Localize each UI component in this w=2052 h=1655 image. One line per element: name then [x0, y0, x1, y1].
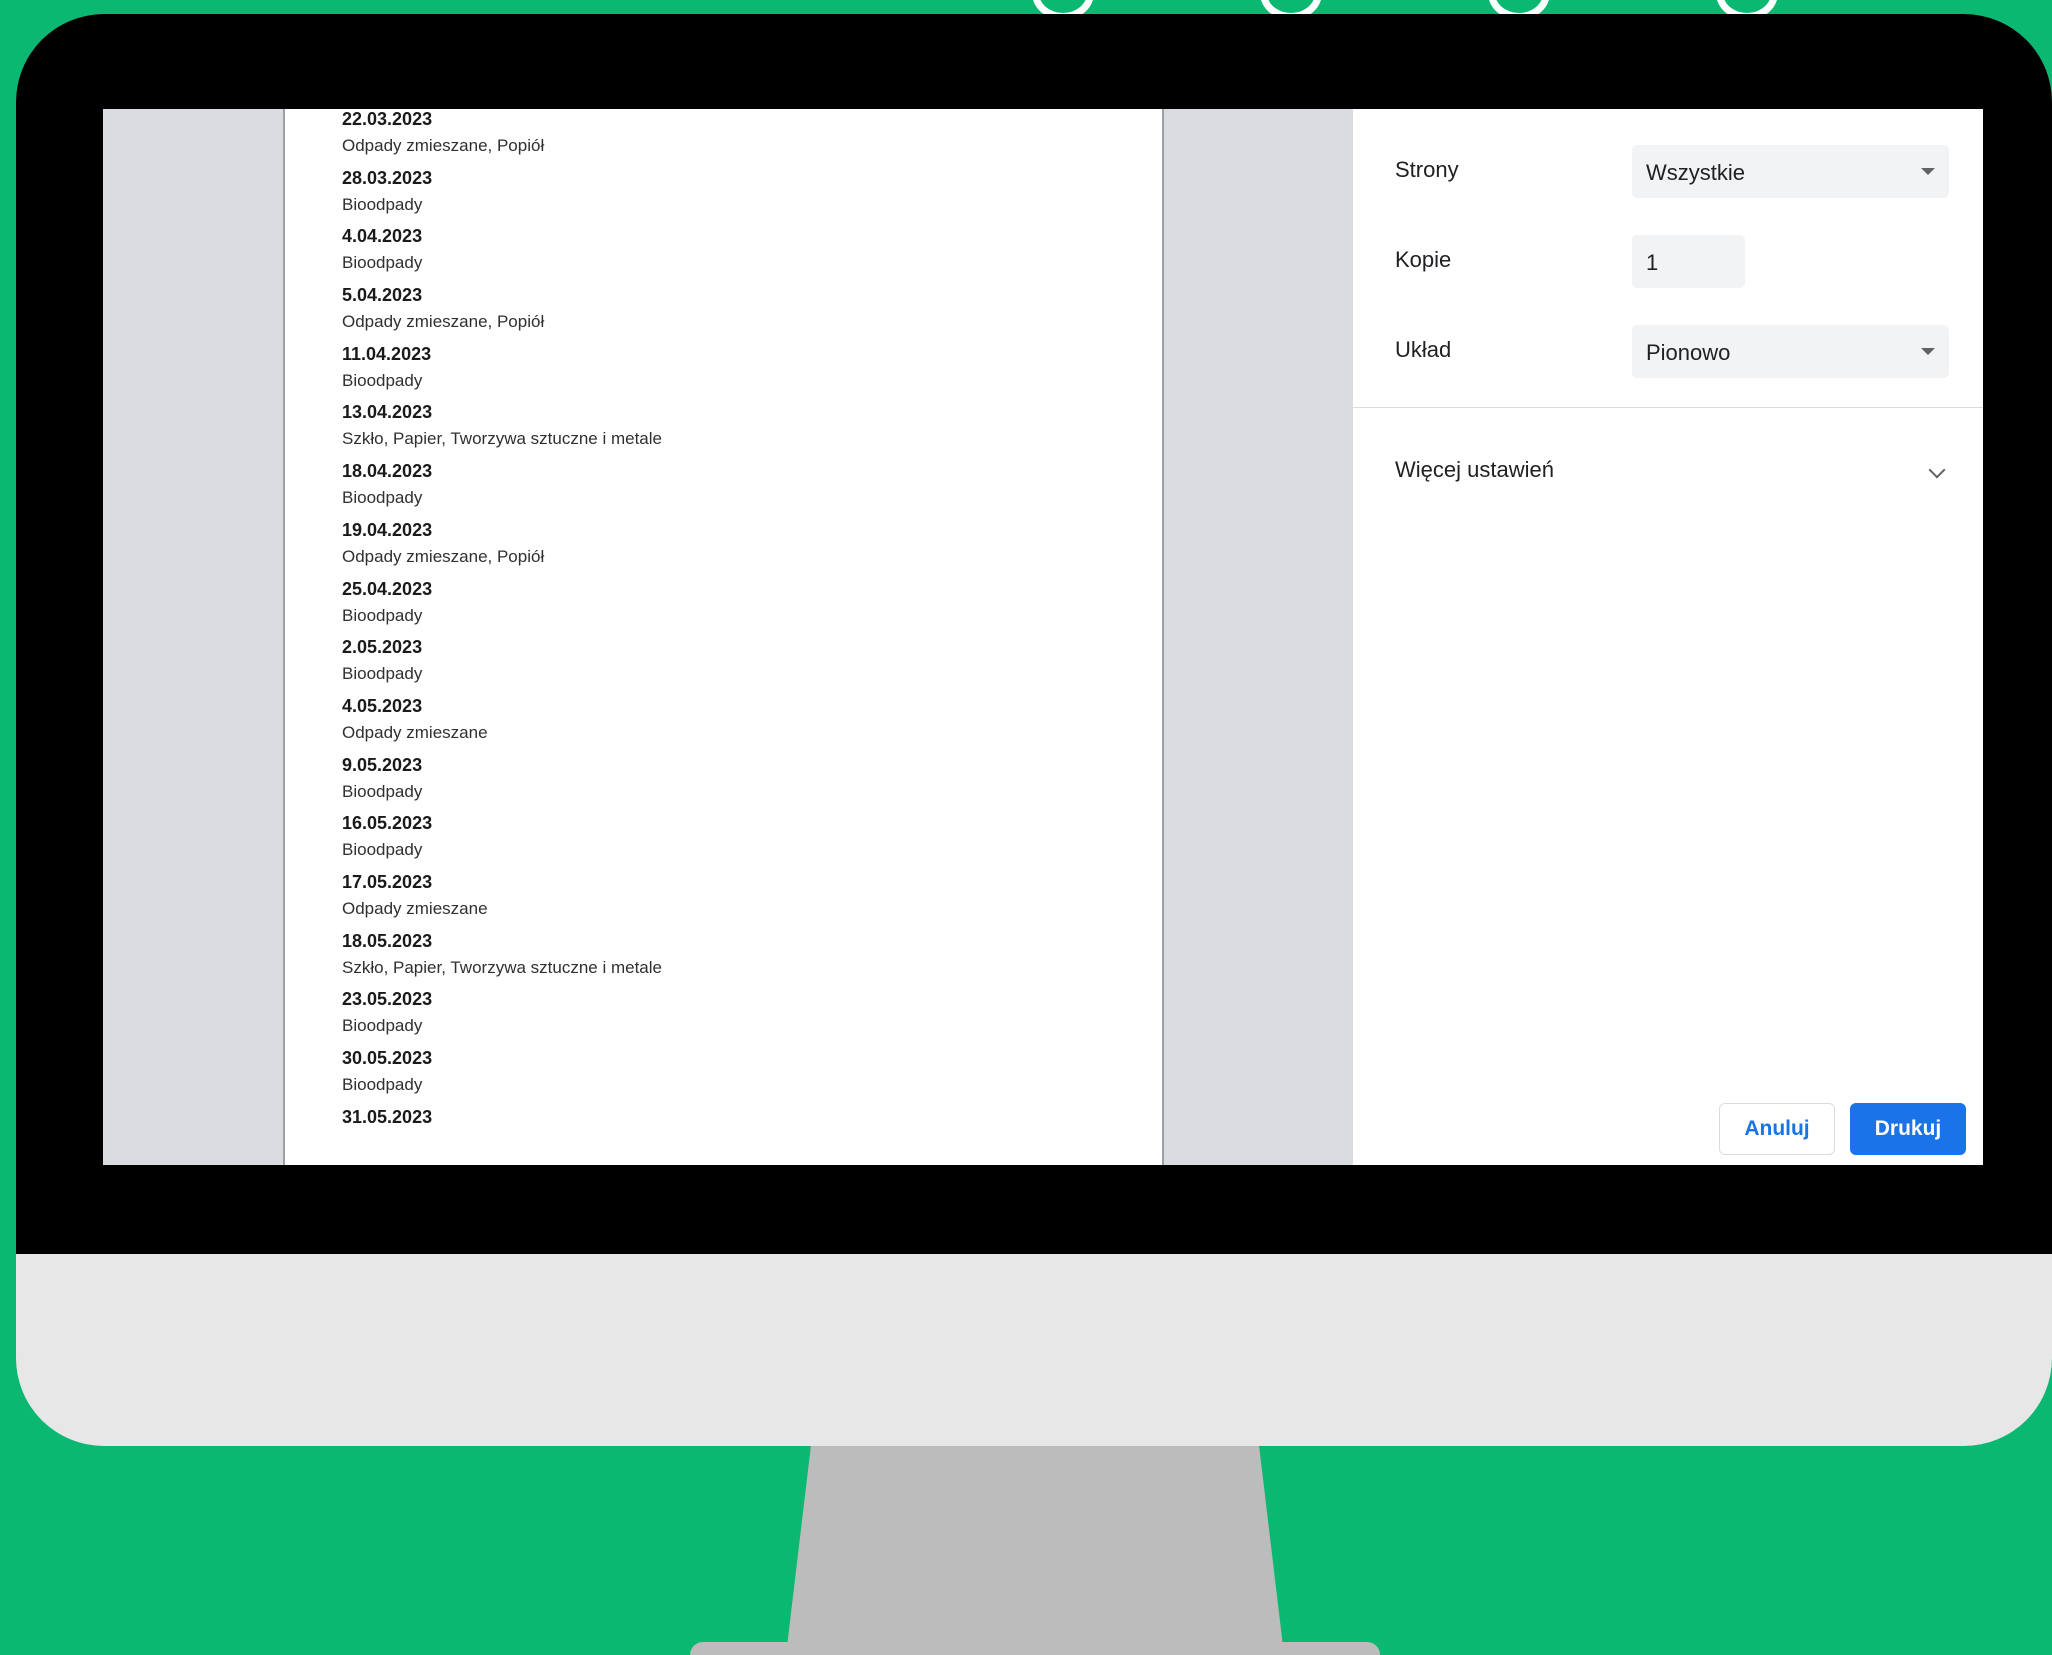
schedule-entry: 18.05.2023 Szkło, Papier, Tworzywa sztucz… [342, 931, 662, 990]
entry-date: 19.04.2023 [342, 519, 433, 540]
layout-select[interactable]: Pionowo [1632, 325, 1949, 378]
dropdown-caret-icon [1921, 168, 1935, 175]
entry-date: 5.04.2023 [342, 285, 423, 306]
monitor-stand [786, 1446, 1284, 1655]
print-dialog-screen: 22.03.2023 Odpady zmieszane, Popiół 28.03.… [103, 109, 1983, 1165]
print-button[interactable]: Drukuj [1850, 1103, 1966, 1155]
print-settings-panel: Strony Wszystkie Kopie 1 Układ Pionowo W… [1353, 109, 1983, 1165]
entry-date: 30.05.2023 [342, 1048, 433, 1068]
entry-date: 4.05.2023 [342, 695, 423, 716]
entry-waste-type: Odpady zmieszane [342, 722, 488, 742]
entry-date: 23.05.2023 [342, 989, 433, 1010]
schedule-entry: 25.04.2023 Bioodpady [342, 579, 662, 638]
copies-input[interactable]: 1 [1632, 235, 1745, 288]
pages-select[interactable]: Wszystkie [1632, 145, 1949, 198]
print-preview-page: 22.03.2023 Odpady zmieszane, Popiół 28.03.… [283, 109, 1164, 1165]
entry-waste-type: Bioodpady [342, 840, 423, 860]
schedule-entry: 28.03.2023 Bioodpady [342, 168, 662, 227]
settings-divider [1353, 407, 1983, 408]
schedule-list: 22.03.2023 Odpady zmieszane, Popiół 28.03.… [342, 109, 662, 1165]
entry-waste-type: Szkło, Papier, Tworzywa sztuczne i metal… [342, 429, 662, 449]
schedule-entry: 13.04.2023 Szkło, Papier, Tworzywa sztucz… [342, 402, 662, 461]
entry-date: 4.04.2023 [342, 226, 423, 247]
entry-waste-type: Bioodpady [342, 194, 423, 214]
more-settings-toggle[interactable]: Więcej ustawień [1395, 457, 1554, 483]
entry-waste-type: Odpady zmieszane, Popiół [342, 312, 545, 332]
entry-date: 31.05.2023 [342, 1106, 433, 1127]
pages-select-value: Wszystkie [1646, 160, 1745, 185]
entry-date: 18.04.2023 [342, 461, 433, 482]
schedule-entry: 31.05.2023 [342, 1107, 662, 1165]
entry-date: 17.05.2023 [342, 871, 433, 892]
entry-waste-type: Bioodpady [342, 1075, 423, 1094]
entry-waste-type: Odpady zmieszane, Popiół [342, 136, 545, 155]
entry-date: 16.05.2023 [342, 813, 433, 834]
entry-date: 13.04.2023 [342, 402, 433, 423]
schedule-entry: 11.04.2023 Bioodpady [342, 344, 662, 403]
entry-date: 11.04.2023 [342, 343, 432, 364]
copies-input-value: 1 [1646, 250, 1659, 275]
entry-waste-type: Bioodpady [342, 605, 423, 625]
schedule-entry: 23.05.2023 Bioodpady [342, 989, 662, 1048]
dropdown-caret-icon [1921, 348, 1935, 355]
entry-waste-type: Bioodpady [342, 1016, 423, 1036]
entry-waste-type: Bioodpady [342, 488, 423, 508]
schedule-entry: 19.04.2023 Odpady zmieszane, Popiół [342, 520, 662, 579]
entry-waste-type: Odpady zmieszane [342, 898, 488, 918]
entry-waste-type: Bioodpady [342, 253, 423, 273]
schedule-entry: 22.03.2023 Odpady zmieszane, Popiół [342, 109, 662, 168]
pages-label: Strony [1395, 157, 1459, 182]
entry-date: 28.03.2023 [342, 167, 433, 188]
schedule-entry: 2.05.2023 Bioodpady [342, 637, 662, 696]
schedule-entry: 5.04.2023 Odpady zmieszane, Popiół [342, 285, 662, 344]
schedule-entry: 9.05.2023 Bioodpady [342, 755, 662, 814]
schedule-entry: 4.04.2023 Bioodpady [342, 226, 662, 285]
schedule-entry: 4.05.2023 Odpady zmieszane [342, 696, 662, 755]
entry-waste-type: Odpady zmieszane, Popiół [342, 546, 545, 566]
schedule-entry: 16.05.2023 Bioodpady [342, 813, 662, 872]
entry-date: 25.04.2023 [342, 578, 433, 599]
chevron-down-icon[interactable] [1928, 461, 1946, 479]
entry-waste-type: Szkło, Papier, Tworzywa sztuczne i metal… [342, 957, 662, 977]
monitor-stand-base [690, 1642, 1380, 1655]
layout-label: Układ [1395, 337, 1452, 362]
entry-waste-type: Bioodpady [342, 781, 423, 801]
entry-date: 22.03.2023 [342, 109, 433, 129]
copies-label: Kopie [1395, 247, 1452, 272]
layout-select-value: Pionowo [1646, 340, 1731, 365]
entry-date: 18.05.2023 [342, 930, 433, 951]
entry-date: 2.05.2023 [342, 637, 423, 658]
cancel-button[interactable]: Anuluj [1719, 1103, 1835, 1155]
schedule-entry: 30.05.2023 Bioodpady [342, 1048, 662, 1107]
entry-waste-type: Bioodpady [342, 664, 423, 684]
entry-waste-type: Bioodpady [342, 370, 423, 390]
entry-date: 9.05.2023 [342, 754, 423, 775]
schedule-entry: 18.04.2023 Bioodpady [342, 461, 662, 520]
schedule-entry: 17.05.2023 Odpady zmieszane [342, 872, 662, 931]
